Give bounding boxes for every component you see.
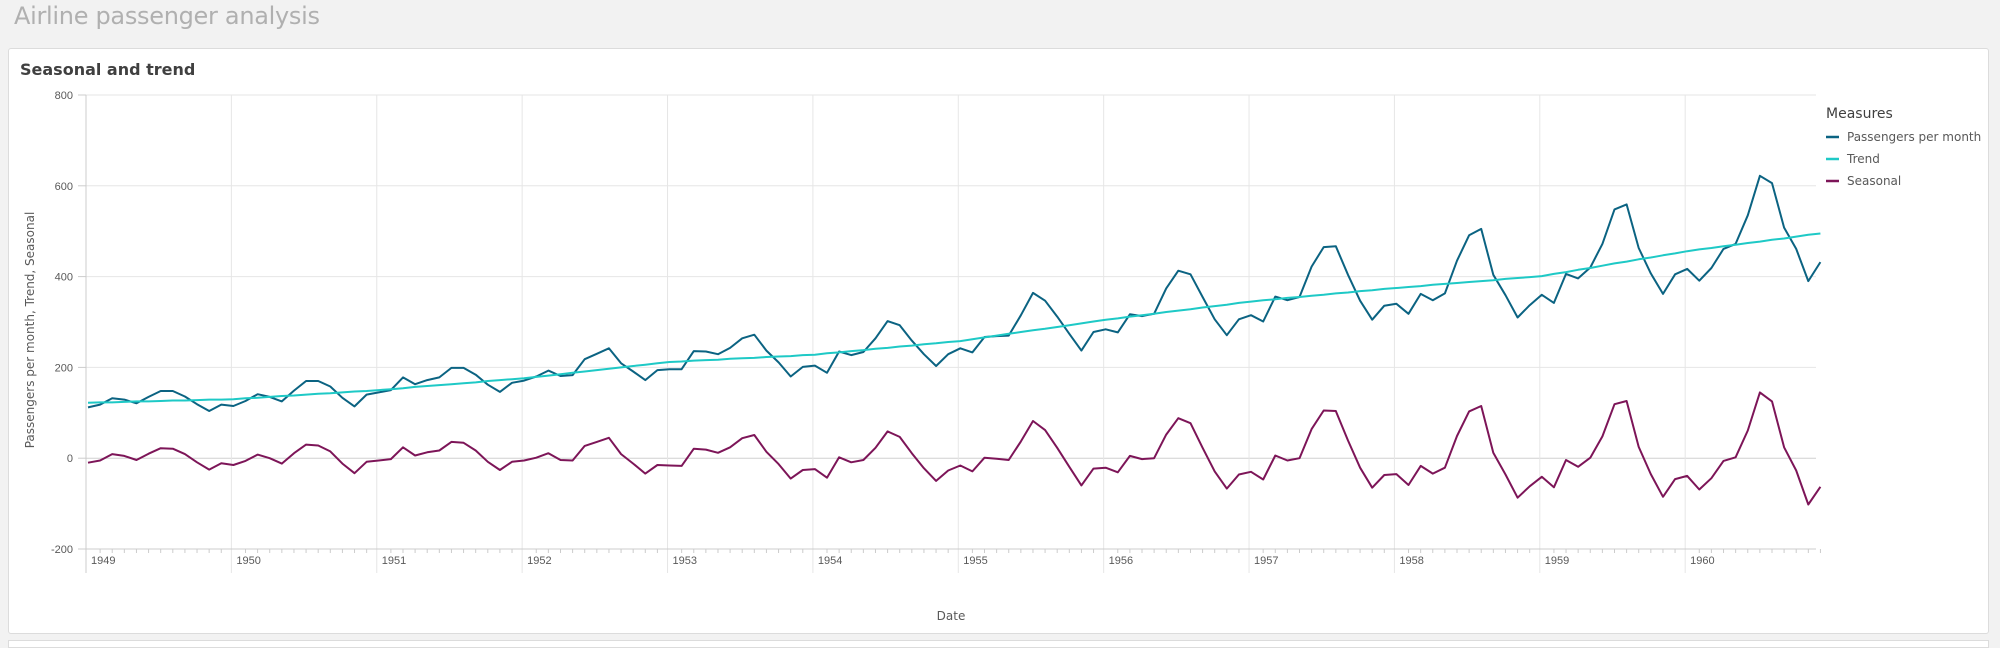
legend-item-seasonal[interactable]: Seasonal xyxy=(1847,174,1901,188)
y-tick-label: 600 xyxy=(55,181,73,193)
y-tick-label: 200 xyxy=(55,362,73,374)
x-tick-label: 1958 xyxy=(1399,555,1423,567)
x-axis-title: Date xyxy=(937,609,966,623)
series-line-trend[interactable] xyxy=(87,232,1821,404)
x-tick-label: 1952 xyxy=(527,555,551,567)
y-axis: -200 0 200 400 600 800 xyxy=(51,90,87,573)
x-tick-label: 1956 xyxy=(1109,555,1133,567)
series-line-passengers-per-month[interactable] xyxy=(87,174,1822,412)
y-tick-label: 800 xyxy=(55,90,73,102)
x-tick-label: 1960 xyxy=(1690,555,1714,567)
y-tick-label: -200 xyxy=(51,544,73,556)
x-tick-label: 1957 xyxy=(1254,555,1278,567)
y-axis-title: Passengers per month, Trend, Seasonal xyxy=(23,212,37,449)
y-tick-label: 400 xyxy=(55,272,73,284)
legend-item-trend[interactable]: Trend xyxy=(1846,152,1880,166)
x-axis: 1949 1950 1951 1952 1953 1954 1955 1956 1957 1958… xyxy=(86,548,1821,567)
legend-title: Measures xyxy=(1826,106,1893,122)
series-lines xyxy=(87,174,1822,506)
x-tick-label: 1959 xyxy=(1545,555,1569,567)
legend: Measures Passengers per month Trend Season… xyxy=(1826,106,1981,188)
x-tick-label: 1955 xyxy=(963,555,987,567)
legend-item-passengers-per-month[interactable]: Passengers per month xyxy=(1847,130,1981,144)
gridlines xyxy=(86,94,1816,573)
y-tick-label: 0 xyxy=(67,453,73,465)
x-tick-label: 1953 xyxy=(673,555,697,567)
x-tick-label: 1949 xyxy=(91,555,115,567)
line-chart[interactable]: -2000200400600800 1949 1950 1951 1952 1953 19… xyxy=(0,0,2000,645)
x-tick-label: 1954 xyxy=(818,555,842,567)
x-tick-label: 1950 xyxy=(236,555,260,567)
series-line-seasonal[interactable] xyxy=(87,391,1822,506)
x-tick-label: 1951 xyxy=(382,555,406,567)
